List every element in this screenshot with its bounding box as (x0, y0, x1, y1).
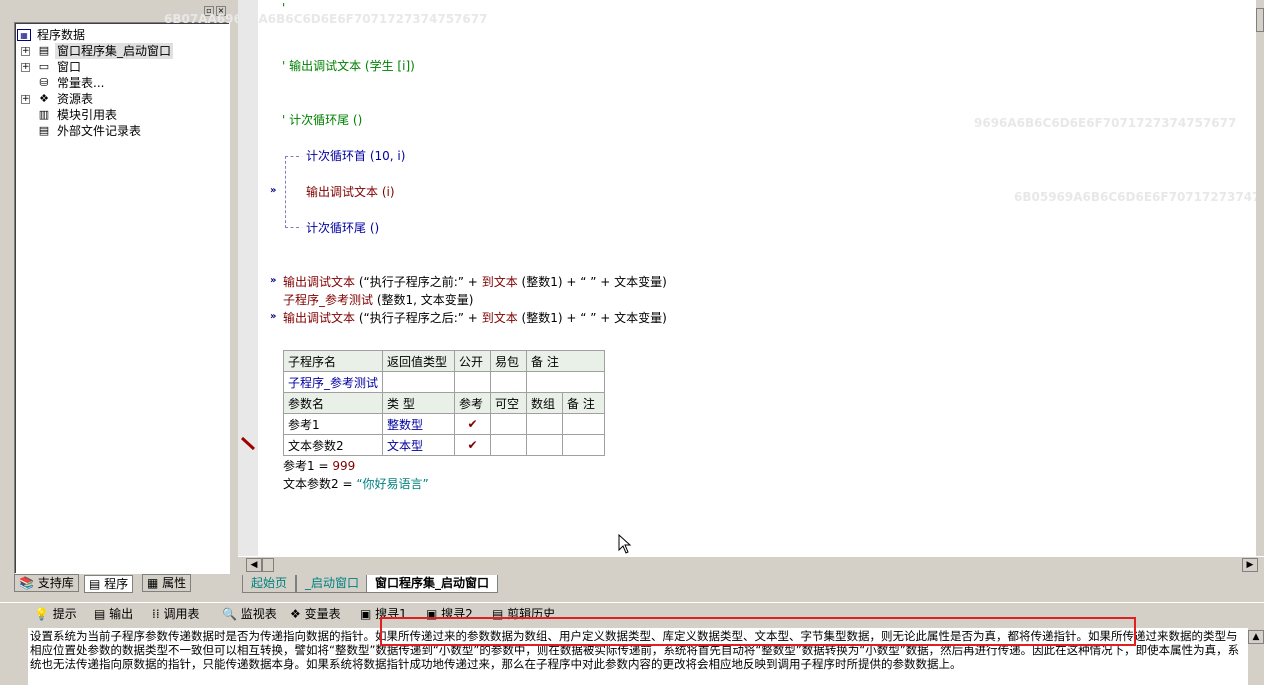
expand-icon[interactable]: + (21, 47, 30, 56)
assembly-icon: ▤ (38, 44, 50, 57)
code-loop-body: 输出调试文本 (i) (306, 185, 395, 199)
window-icon: ▭ (38, 60, 50, 73)
tab-support-library[interactable]: 📚 支持库 (14, 574, 79, 592)
constant-table-icon: ⛁ (39, 76, 49, 89)
tab-watch-table[interactable]: 🔍 监视表 (220, 605, 277, 625)
output-icon: ▤ (94, 607, 106, 621)
left-panel: ▫ × ▦ 程序数据 + ▤ 窗口程序集_启动窗口 + ▭ 窗口 ⛁ 常量表..… (0, 0, 234, 596)
horizontal-scrollbar[interactable]: ◀ ▶ (238, 556, 1264, 572)
tab-start-page[interactable]: 起始页 (242, 575, 297, 593)
module-ref-icon: ▥ (38, 108, 50, 121)
code-output-after: 输出调试文本 (“执行子程序之后:” + 到文本 (整数1) + “ ” + 文… (283, 311, 667, 325)
program-icon: ▤ (89, 577, 101, 591)
variable-icon: ❖ (290, 607, 301, 621)
tab-call-table[interactable]: ⁞⁞ 调用表 (150, 605, 199, 625)
search-icon: ▣ (360, 607, 372, 621)
magnifier-icon: 🔍 (222, 607, 237, 621)
tab-hints[interactable]: 💡 提示 (32, 605, 77, 625)
loop-bracket-bottom (285, 227, 299, 228)
external-file-icon: ▤ (38, 124, 50, 137)
table-row[interactable]: 文本参数2 文本型 ✔ (282, 434, 606, 456)
scroll-thumb[interactable] (1256, 8, 1264, 32)
expand-icon[interactable]: + (21, 95, 30, 104)
code-editor[interactable]: 6B07AA69696A6B6C6D6E6F7071727374757677 9… (164, 0, 1264, 556)
code-assign-2: 文本参数2 = “你好易语言” (283, 477, 429, 491)
tab-startup-window[interactable]: _启动窗口 (296, 575, 369, 593)
properties-icon: ▦ (147, 576, 159, 590)
sub-name-cell[interactable]: 子程序_参考测试 (282, 371, 384, 393)
tab-window-assembly[interactable]: 窗口程序集_启动窗口 (366, 575, 499, 593)
sub-definition-table: 子程序名 返回值类型 公开 易包 备 注 子程序_参考测试 参数名 类 型 参考… (282, 350, 606, 456)
program-tree: ▦ 程序数据 + ▤ 窗口程序集_启动窗口 + ▭ 窗口 ⛁ 常量表... + … (14, 22, 230, 574)
tab-output[interactable]: ▤ 输出 (92, 605, 133, 625)
lightbulb-icon: 💡 (34, 607, 49, 621)
mouse-cursor-icon (618, 534, 632, 554)
pencil-icon (240, 436, 256, 451)
hint-scrollbar[interactable]: ▲ (1248, 628, 1264, 685)
document-tabs: 起始页 _启动窗口 窗口程序集_启动窗口 (238, 572, 1264, 596)
scroll-left-icon[interactable]: ◀ (246, 558, 262, 572)
library-icon: 📚 (19, 576, 34, 590)
tab-program[interactable]: ▤ 程序 (84, 575, 134, 593)
code-comment: ' 计次循环尾 () (282, 113, 363, 127)
code-comment: ' 输出调试文本 (学生 [i]) (282, 59, 415, 73)
tab-variable-table[interactable]: ❖ 变量表 (288, 605, 341, 625)
loop-bracket-top (285, 156, 299, 157)
code-output-before: 输出调试文本 (“执行子程序之前:” + 到文本 (整数1) + “ ” + 文… (283, 275, 667, 289)
step-arrow-icon: » (270, 185, 277, 196)
check-icon: ✔ (454, 413, 492, 435)
loop-bracket (285, 156, 299, 228)
expand-icon[interactable]: + (21, 63, 30, 72)
highlight-annotation-box (380, 617, 1136, 646)
call-table-icon: ⁞⁞ (152, 607, 160, 621)
step-arrow-icon: » (270, 275, 277, 286)
scroll-up-icon[interactable]: ▲ (1248, 630, 1264, 644)
code-gutter (238, 0, 258, 556)
scroll-thumb[interactable] (262, 558, 274, 572)
program-data-icon: ▦ (17, 29, 31, 41)
table-row[interactable]: 参考1 整数型 ✔ (282, 413, 606, 435)
code-assign-1: 参考1 = 999 (283, 459, 356, 473)
tab-properties[interactable]: ▦ 属性 (142, 574, 192, 592)
check-icon: ✔ (454, 434, 492, 456)
step-arrow-icon: » (270, 311, 277, 322)
code-loop-head: 计次循环首 (10, i) (306, 149, 406, 163)
code-loop-tail: 计次循环尾 () (306, 221, 380, 235)
code-call: 子程序_参考测试 (整数1, 文本变量) (283, 293, 474, 307)
scroll-right-icon[interactable]: ▶ (1242, 558, 1258, 572)
resource-table-icon: ❖ (39, 92, 49, 105)
tree-item-assembly[interactable]: + ▤ 窗口程序集_启动窗口 (21, 43, 191, 59)
code-comment-fragment: ' (282, 1, 286, 15)
vertical-scrollbar[interactable] (1256, 0, 1264, 556)
